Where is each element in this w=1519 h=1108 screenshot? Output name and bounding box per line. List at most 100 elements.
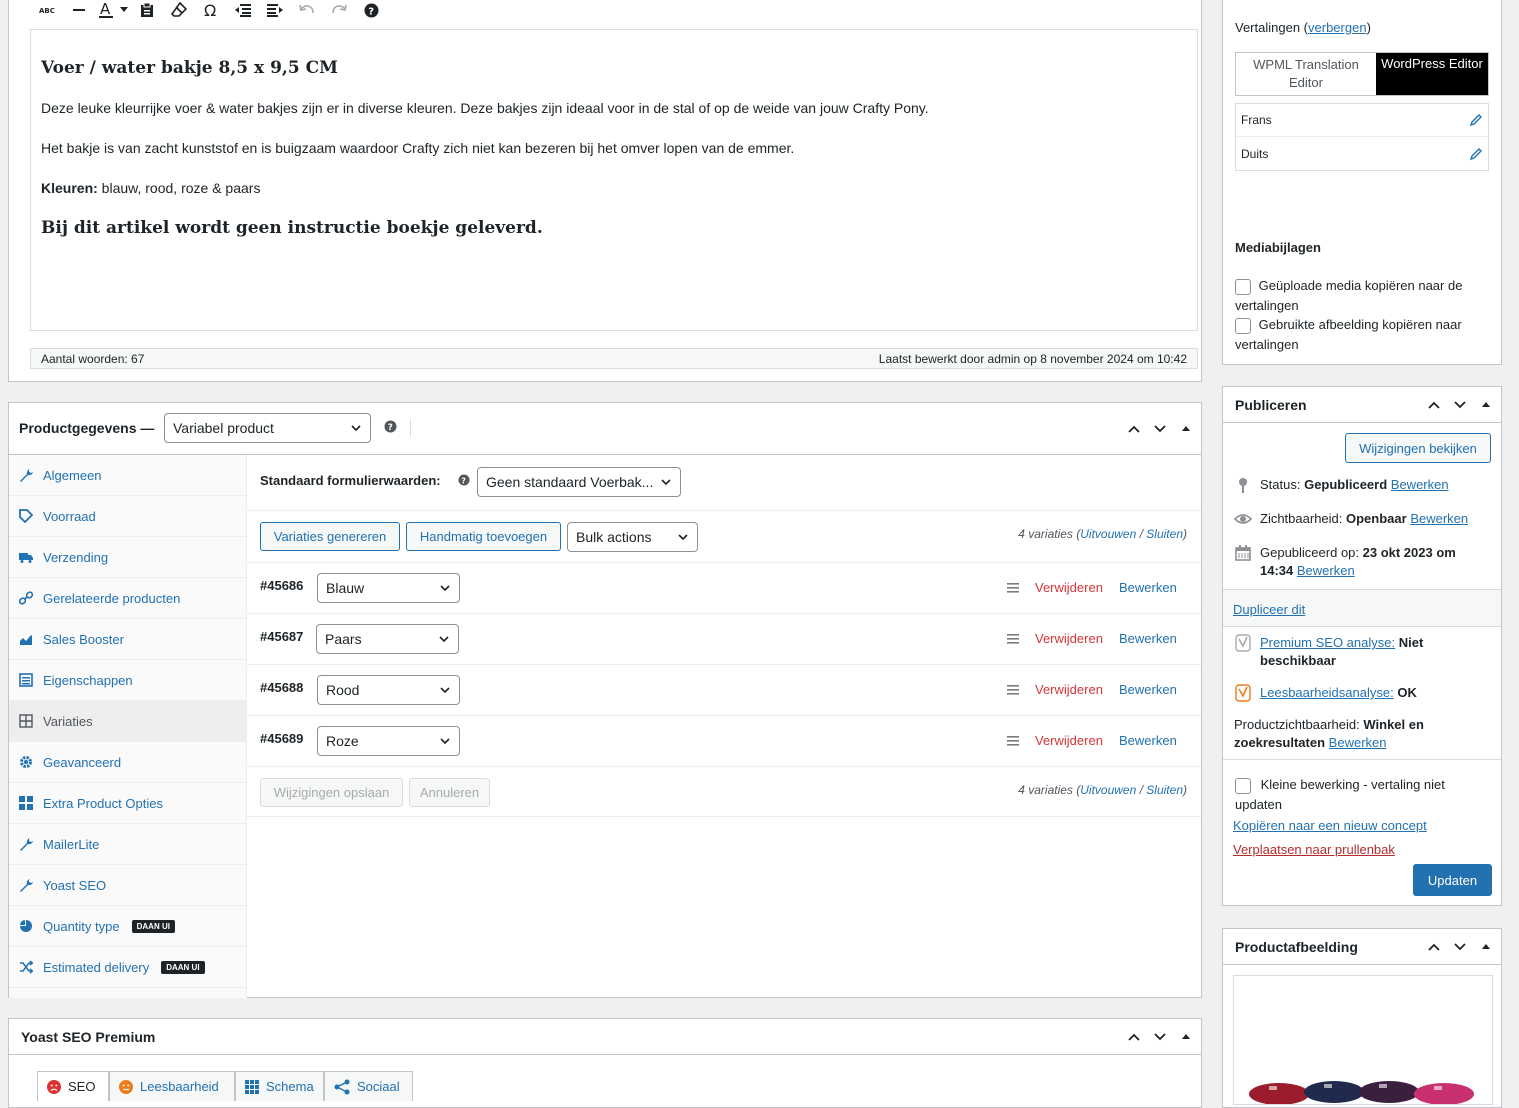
copy-image-checkbox[interactable] (1235, 317, 1251, 334)
expand-link[interactable]: Uitvouwen (1080, 783, 1136, 797)
tab-sales-booster[interactable]: Sales Booster (9, 619, 246, 660)
edit-variation-link[interactable]: Bewerken (1119, 631, 1177, 646)
remove-variation-link[interactable]: Verwijderen (1035, 580, 1103, 595)
collapse-icon[interactable] (1177, 420, 1195, 438)
view-changes-button[interactable]: Wijzigingen bekijken (1345, 433, 1491, 463)
bulk-actions-select[interactable]: Bulk actions (567, 522, 698, 552)
clear-format-icon[interactable] (163, 0, 195, 21)
edit-date-link[interactable]: Bewerken (1297, 563, 1355, 578)
editor-content-area[interactable]: Voer / water bakje 8,5 x 9,5 CM Deze leu… (30, 29, 1198, 331)
tab-algemeen[interactable]: Algemeen (9, 455, 246, 496)
move-down-icon[interactable] (1451, 396, 1469, 414)
undo-icon[interactable] (291, 0, 323, 21)
generate-variations-button[interactable]: Variaties genereren (260, 522, 400, 551)
tab-schema[interactable]: Schema (235, 1071, 324, 1101)
horizontal-line-icon[interactable] (63, 0, 95, 21)
seo-analysis-link[interactable]: Premium SEO analyse: (1260, 635, 1395, 650)
remove-variation-link[interactable]: Verwijderen (1035, 733, 1103, 748)
indent-icon[interactable] (259, 0, 291, 21)
variation-row[interactable]: #45687 Paars Verwijderen Bewerken (247, 614, 1201, 665)
pencil-icon[interactable] (1469, 113, 1483, 127)
tab-voorraad[interactable]: Voorraad (9, 496, 246, 537)
tab-variaties[interactable]: Variaties (9, 701, 246, 742)
product-type-select[interactable]: Variabel product (164, 413, 371, 443)
default-variation-select[interactable]: Geen standaard Voerbak... (477, 467, 681, 497)
copy-to-draft-link[interactable]: Kopiëren naar een nieuw concept (1233, 818, 1427, 833)
duplicate-link[interactable]: Dupliceer dit (1233, 602, 1305, 617)
outdent-icon[interactable] (227, 0, 259, 21)
move-up-icon[interactable] (1425, 396, 1443, 414)
variation-attribute-select[interactable]: Rood (317, 675, 460, 705)
tab-leesbaarheid[interactable]: Leesbaarheid (109, 1071, 235, 1101)
collapse-icon[interactable] (1477, 396, 1495, 414)
spellcheck-icon[interactable]: ABC (31, 0, 63, 21)
cancel-button[interactable]: Annuleren (409, 778, 490, 807)
minor-edit-checkbox[interactable] (1235, 777, 1251, 794)
paste-text-icon[interactable] (131, 0, 163, 21)
help-icon[interactable]: ? (458, 474, 470, 486)
tab-yoast-seo[interactable]: Yoast SEO (9, 865, 246, 906)
edit-product-visibility-link[interactable]: Bewerken (1329, 735, 1387, 750)
save-changes-button[interactable]: Wijzigingen opslaan (260, 778, 403, 807)
readability-link[interactable]: Leesbaarheidsanalyse: (1260, 685, 1394, 700)
move-up-icon[interactable] (1125, 1028, 1143, 1046)
tab-eigenschappen[interactable]: Eigenschappen (9, 660, 246, 701)
edit-visibility-link[interactable]: Bewerken (1410, 511, 1468, 526)
tab-sociaal[interactable]: Sociaal (324, 1071, 413, 1101)
drag-handle-icon[interactable] (1007, 736, 1019, 746)
tab-extra-product-opties[interactable]: Extra Product Opties (9, 783, 246, 824)
move-down-icon[interactable] (1151, 420, 1169, 438)
hide-translations-link[interactable]: verbergen (1308, 20, 1367, 35)
move-up-icon[interactable] (1125, 420, 1143, 438)
variation-attribute-select[interactable]: Roze (317, 726, 460, 756)
wrench-icon (19, 878, 33, 892)
pencil-icon[interactable] (1469, 147, 1483, 161)
variation-actions-row: Variaties genereren Handmatig toevoegen … (247, 511, 1201, 563)
add-manually-button[interactable]: Handmatig toevoegen (406, 522, 561, 551)
variation-attribute-select[interactable]: Blauw (317, 573, 460, 603)
variation-row[interactable]: #45686 Blauw Verwijderen Bewerken (247, 563, 1201, 614)
text-color-icon[interactable]: A (95, 0, 117, 21)
tab-seo[interactable]: SEO (37, 1071, 109, 1101)
special-char-icon[interactable]: Ω (195, 0, 227, 21)
remove-variation-link[interactable]: Verwijderen (1035, 631, 1103, 646)
tab-quantity-type[interactable]: Quantity type DAAN UI (9, 906, 246, 947)
copy-media-checkbox[interactable] (1235, 278, 1251, 295)
update-button[interactable]: Updaten (1413, 864, 1492, 896)
help-icon[interactable]: ? (384, 420, 397, 433)
close-link[interactable]: Sluiten (1146, 527, 1183, 541)
move-down-icon[interactable] (1451, 938, 1469, 956)
tab-estimated-delivery[interactable]: Estimated delivery DAAN UI (9, 947, 246, 988)
paren: ) (1183, 783, 1187, 797)
move-up-icon[interactable] (1425, 938, 1443, 956)
expand-link[interactable]: Uitvouwen (1080, 527, 1136, 541)
remove-variation-link[interactable]: Verwijderen (1035, 682, 1103, 697)
edit-variation-link[interactable]: Bewerken (1119, 682, 1177, 697)
move-down-icon[interactable] (1151, 1028, 1169, 1046)
drag-handle-icon[interactable] (1007, 634, 1019, 644)
tab-mailerlite[interactable]: MailerLite (9, 824, 246, 865)
drag-handle-icon[interactable] (1007, 583, 1019, 593)
product-image[interactable] (1233, 975, 1493, 1105)
variation-row[interactable]: #45689 Roze Verwijderen Bewerken (247, 716, 1201, 767)
tab-gerelateerde-producten[interactable]: Gerelateerde producten (9, 578, 246, 619)
edit-variation-link[interactable]: Bewerken (1119, 733, 1177, 748)
drag-handle-icon[interactable] (1007, 685, 1019, 695)
collapse-icon[interactable] (1477, 938, 1495, 956)
edit-variation-link[interactable]: Bewerken (1119, 580, 1177, 595)
collapse-icon[interactable] (1177, 1028, 1195, 1046)
edit-status-link[interactable]: Bewerken (1391, 477, 1449, 492)
redo-icon[interactable] (323, 0, 355, 21)
move-to-trash-link[interactable]: Verplaatsen naar prullenbak (1233, 842, 1395, 857)
wordpress-editor-button[interactable]: WordPress Editor (1376, 53, 1488, 95)
wpml-editor-button[interactable]: WPML Translation Editor (1236, 53, 1376, 95)
separator: / (1136, 783, 1147, 797)
panel-controls (1425, 396, 1495, 414)
variation-attribute-select[interactable]: Paars (316, 624, 459, 654)
variation-row[interactable]: #45688 Rood Verwijderen Bewerken (247, 665, 1201, 716)
help-icon[interactable]: ? (355, 0, 387, 21)
chevron-down-icon[interactable] (117, 0, 131, 21)
close-link[interactable]: Sluiten (1146, 783, 1183, 797)
tab-verzending[interactable]: Verzending (9, 537, 246, 578)
tab-geavanceerd[interactable]: Geavanceerd (9, 742, 246, 783)
